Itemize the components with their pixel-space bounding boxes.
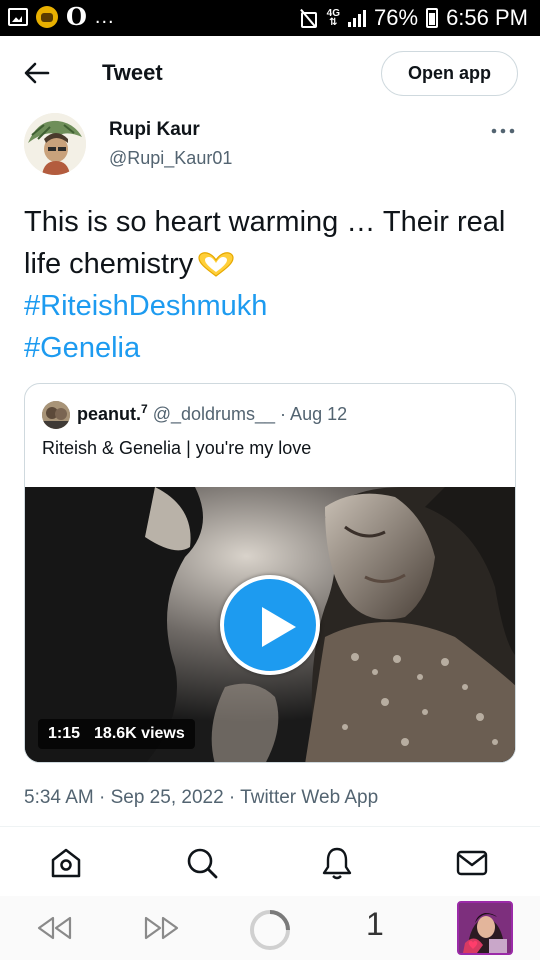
video-views: 18.6K views [94,725,185,742]
o-notification-icon: O [66,2,87,31]
tweet-text: This is so heart warming … Their real li… [24,206,506,280]
gallery-notification-icon [8,8,28,26]
quoted-author-line: peanut.7 @_doldrums__ · Aug 12 [77,402,347,425]
browser-toolbar: 1 [0,896,540,960]
tweet-body: This is so heart warming … Their real li… [24,201,520,369]
page-title: Tweet [102,60,163,85]
search-icon[interactable] [184,845,220,881]
coin-notification-icon [36,6,58,28]
network-type: 4G ⇅ [326,8,341,28]
messages-icon[interactable] [454,845,490,881]
home-icon[interactable] [48,845,84,881]
tab-count[interactable]: 1 [366,906,384,943]
signal-icon [348,9,367,27]
hashtag-link[interactable]: #RiteishDeshmukh [24,285,520,327]
back-nav-icon[interactable] [34,914,74,942]
avatar-illustration [24,113,86,175]
video-duration: 1:15 [48,725,81,742]
clock: 6:56 PM [446,5,528,30]
status-left: O ... [8,2,115,31]
divider [0,826,540,827]
back-arrow-icon[interactable] [22,58,52,88]
video-player[interactable]: 1:15 18.6K views [25,487,515,762]
more-options-icon[interactable] [491,128,515,134]
hashtag-link[interactable]: #Genelia [24,327,520,369]
app-header: Tweet Open app [0,36,540,110]
author-avatar[interactable] [24,113,86,175]
author-name[interactable]: Rupi Kaur [109,119,200,141]
tweet-timestamp[interactable]: 5:34 AM · Sep 25, 2022 · Twitter Web App [24,787,378,809]
quoted-author-name[interactable]: peanut.7 [77,402,148,424]
quoted-tweet-text: Riteish & Genelia | you're my love [42,438,312,458]
more-notifications-indicator: ... [94,6,115,28]
mute-icon [297,9,319,28]
status-right: 4G ⇅ 76% 6:56 PM [297,5,528,31]
quoted-avatar-image [42,401,70,429]
quoted-author-name-sup: 7 [141,402,148,416]
author-handle[interactable]: @Rupi_Kaur01 [109,148,232,169]
tab-thumbnail-image [459,903,511,953]
forward-nav-icon[interactable] [142,914,182,942]
battery-percent: 76% [374,5,419,30]
quoted-author-avatar[interactable] [42,401,70,429]
reload-icon[interactable] [248,908,292,952]
video-info-badge: 1:15 18.6K views [38,719,195,749]
tab-thumbnail[interactable] [457,901,513,955]
play-button[interactable] [220,575,320,675]
notifications-icon[interactable] [319,845,355,881]
heart-hands-icon [198,252,234,277]
quoted-tweet-card[interactable]: peanut.7 @_doldrums__ · Aug 12 Riteish &… [24,383,516,763]
battery-icon [426,8,439,28]
open-app-button[interactable]: Open app [381,51,518,96]
quoted-author-meta: @_doldrums__ · Aug 12 [152,404,348,424]
status-bar: O ... 4G ⇅ 76% 6:56 PM [0,0,540,36]
